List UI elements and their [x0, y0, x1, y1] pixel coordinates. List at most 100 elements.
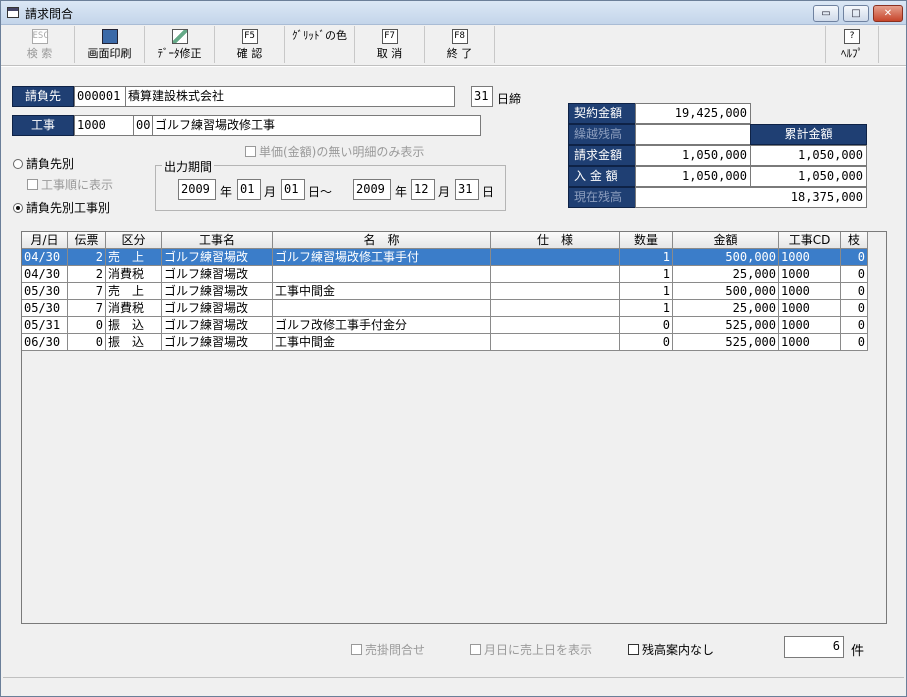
cell-slip: 0 [68, 317, 106, 334]
cell-slip: 2 [68, 266, 106, 283]
maximize-button[interactable]: □ [843, 5, 869, 22]
cell-project-name: ゴルフ練習場改 [162, 266, 273, 283]
col-header-category[interactable]: 区分 [106, 232, 162, 249]
help-button[interactable]: ? ﾍﾙﾌﾟ [825, 26, 879, 63]
to-day-field[interactable]: 31 [455, 179, 479, 200]
radio-by-client-project-label: 請負先別工事別 [26, 201, 111, 215]
search-button-label: 検 索 [26, 47, 53, 60]
cell-quantity: 1 [620, 266, 673, 283]
cell-item-name [273, 266, 491, 283]
unit-price-only-checkbox[interactable]: 単価(金額)の無い明細のみ表示 [245, 143, 424, 160]
project-code-field[interactable]: 1000 [74, 115, 134, 136]
cell-slip: 0 [68, 334, 106, 351]
grid-color-label: ｸﾞﾘｯﾄﾞの色 [292, 29, 347, 42]
billing-amount-value: 1,050,000 [635, 145, 751, 166]
col-header-item-name[interactable]: 名 称 [273, 232, 491, 249]
edit-data-label: ﾃﾞｰﾀ修正 [157, 47, 202, 60]
radio-by-client[interactable]: 請負先別 [13, 155, 74, 172]
col-header-quantity[interactable]: 数量 [620, 232, 673, 249]
cell-branch: 0 [841, 283, 868, 300]
cell-item-name: ゴルフ練習場改修工事手付 [273, 249, 491, 266]
billing-amount-label: 請求金額 [568, 145, 636, 166]
help-icon: ? [844, 29, 860, 44]
cell-quantity: 1 [620, 249, 673, 266]
edit-data-button[interactable]: ﾃﾞｰﾀ修正 [145, 26, 215, 63]
app-icon [7, 7, 19, 18]
exit-label: 終 了 [446, 47, 473, 60]
col-header-spec[interactable]: 仕 様 [491, 232, 620, 249]
record-count-field: 6 [784, 636, 844, 658]
date-range-separator: 日～ [308, 185, 333, 199]
from-year-field[interactable]: 2009 [178, 179, 216, 200]
grid-color-button[interactable]: ｸﾞﾘｯﾄﾞの色 [285, 26, 355, 274]
col-header-slip[interactable]: 伝票 [68, 232, 106, 249]
cell-slip: 2 [68, 249, 106, 266]
cell-project-cd: 1000 [779, 249, 841, 266]
client-name-field[interactable]: 積算建設株式会社 [125, 86, 455, 107]
minimize-button[interactable]: ▭ [813, 5, 839, 22]
search-button[interactable]: ESC 検 索 [5, 26, 75, 63]
cell-item-name: 工事中間金 [273, 283, 491, 300]
cell-category: 振 込 [106, 334, 162, 351]
cell-quantity: 1 [620, 300, 673, 317]
radio-selected-icon [13, 203, 23, 213]
cell-quantity: 0 [620, 317, 673, 334]
cell-date: 05/31 [22, 317, 68, 334]
contract-amount-label: 契約金額 [568, 103, 636, 124]
checkbox-icon [27, 179, 38, 190]
no-balance-notice-checkbox[interactable]: 残高案内なし [628, 641, 714, 658]
to-month-field[interactable]: 12 [411, 179, 435, 200]
col-header-project-name[interactable]: 工事名 [162, 232, 273, 249]
title-bar: 請求問合 ▭ □ ✕ [1, 1, 906, 25]
closing-day-field[interactable]: 31 [471, 86, 493, 107]
to-year-field[interactable]: 2009 [353, 179, 391, 200]
col-header-branch[interactable]: 枝 [841, 232, 868, 249]
maximize-icon: □ [851, 8, 861, 19]
confirm-button[interactable]: F5 確 認 [215, 26, 285, 63]
col-header-amount[interactable]: 金額 [673, 232, 779, 249]
cell-amount: 500,000 [673, 283, 779, 300]
print-screen-button[interactable]: 画面印刷 [75, 26, 145, 63]
credit-inquiry-checkbox[interactable]: 売掛問合せ [351, 641, 425, 658]
radio-by-client-label: 請負先別 [26, 157, 75, 171]
period-title: 出力期間 [162, 158, 215, 175]
record-count-unit: 件 [851, 644, 865, 659]
from-month-unit: 月 [264, 185, 277, 199]
cancel-button[interactable]: F7 取 消 [355, 26, 425, 63]
radio-by-client-project[interactable]: 請負先別工事別 [13, 199, 110, 216]
f8-key-icon: F8 [451, 29, 468, 44]
cell-branch: 0 [841, 317, 868, 334]
monitor-icon [101, 29, 118, 44]
cell-project-cd: 1000 [779, 283, 841, 300]
cell-spec [491, 266, 620, 283]
checkbox-icon [470, 644, 481, 655]
client-code-field[interactable]: 000001 [74, 86, 126, 107]
project-order-checkbox[interactable]: 工事順に表示 [27, 176, 113, 193]
checkbox-icon [628, 644, 639, 655]
status-bar [3, 677, 904, 696]
cell-amount: 25,000 [673, 266, 779, 283]
from-day-field[interactable]: 01 [281, 179, 305, 200]
cell-spec [491, 249, 620, 266]
radio-icon [13, 159, 23, 169]
from-month-field[interactable]: 01 [237, 179, 261, 200]
confirm-label: 確 認 [236, 47, 263, 60]
cell-date: 04/30 [22, 249, 68, 266]
cell-slip: 7 [68, 283, 106, 300]
to-year-unit: 年 [395, 185, 408, 199]
close-button[interactable]: ✕ [873, 5, 903, 22]
current-balance-value: 18,375,000 [635, 187, 867, 208]
col-header-date[interactable]: 月/日 [22, 232, 68, 249]
exit-button[interactable]: F8 終 了 [425, 26, 495, 63]
project-name-field[interactable]: ゴルフ練習場改修工事 [152, 115, 481, 136]
col-header-project-cd[interactable]: 工事CD [779, 232, 841, 249]
cell-category: 振 込 [106, 317, 162, 334]
closing-day-suffix: 日締 [497, 92, 522, 106]
toolbar: ESC 検 索 画面印刷 ﾃﾞｰﾀ修正 F5 確 認 ｸﾞﾘｯﾄﾞの色 F7 取… [3, 26, 904, 274]
project-order-label: 工事順に表示 [41, 178, 114, 192]
show-sales-date-checkbox[interactable]: 月日に売上日を表示 [470, 641, 592, 658]
cell-project-cd: 1000 [779, 266, 841, 283]
invoice-detail-grid[interactable]: 月/日 伝票 区分 工事名 名 称 仕 様 数量 金額 工事CD 枝 04/30… [21, 231, 887, 624]
cell-branch: 0 [841, 266, 868, 283]
checkbox-icon [245, 146, 256, 157]
